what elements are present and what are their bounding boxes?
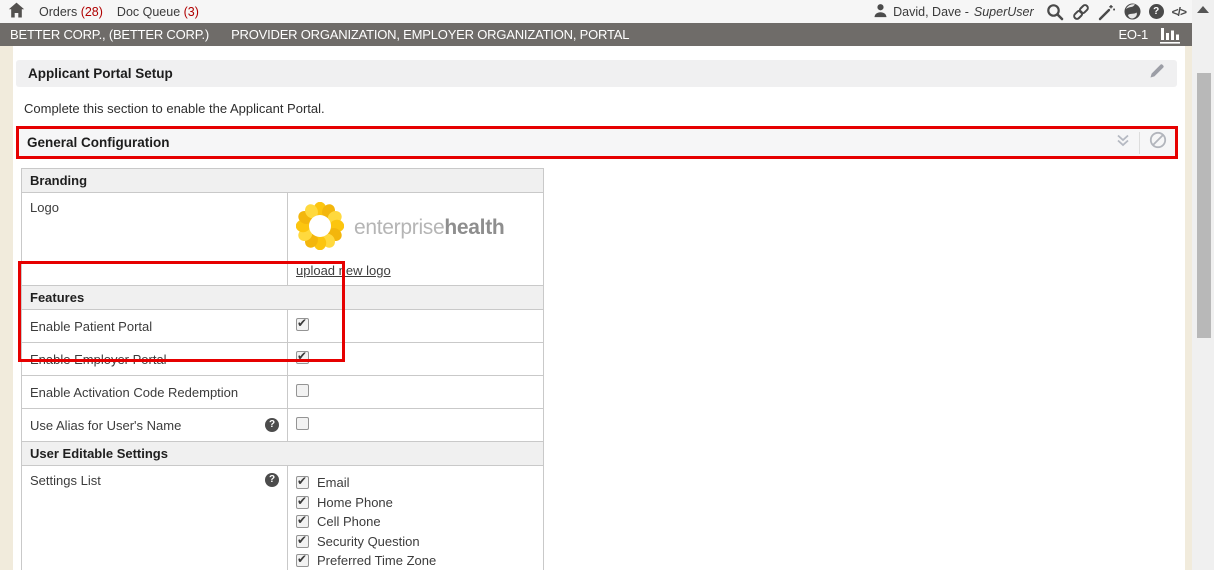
table-row: Enable Patient Portal bbox=[22, 310, 544, 343]
setting-label: Email bbox=[317, 475, 350, 490]
globe-icon[interactable] bbox=[1124, 3, 1141, 20]
help-question-icon[interactable] bbox=[265, 473, 279, 487]
bar-chart-icon[interactable] bbox=[1158, 25, 1182, 44]
table-row: Enable Activation Code Redemption bbox=[22, 376, 544, 409]
enterprise-health-logo-icon bbox=[296, 202, 344, 253]
org-badge: EO-1 bbox=[1118, 27, 1148, 42]
row-label: Use Alias for User's Name bbox=[30, 418, 181, 433]
security-question-checkbox[interactable] bbox=[296, 535, 309, 548]
enable-employer-portal-checkbox[interactable] bbox=[296, 351, 309, 364]
email-checkbox[interactable] bbox=[296, 476, 309, 489]
features-header: Features bbox=[22, 286, 544, 310]
preferred-time-zone-checkbox[interactable] bbox=[296, 554, 309, 567]
wand-icon[interactable] bbox=[1098, 3, 1116, 21]
enable-activation-code-checkbox[interactable] bbox=[296, 384, 309, 397]
row-label: Enable Employer Portal bbox=[22, 343, 288, 376]
nav-orders-count: (28) bbox=[81, 5, 103, 19]
section-description: Complete this section to enable the Appl… bbox=[24, 101, 325, 116]
setting-label: Cell Phone bbox=[317, 514, 381, 529]
help-question-icon[interactable] bbox=[265, 418, 279, 432]
nav-doc-queue-label: Doc Queue bbox=[117, 5, 180, 19]
page-header: Applicant Portal Setup bbox=[16, 60, 1177, 87]
setting-item: Cell Phone bbox=[296, 512, 535, 532]
setting-item: Security Question bbox=[296, 532, 535, 552]
nav-orders-label: Orders bbox=[39, 5, 77, 19]
home-icon[interactable] bbox=[8, 2, 25, 21]
scroll-up-arrow-icon[interactable] bbox=[1197, 6, 1209, 13]
user-role: SuperUser bbox=[974, 5, 1034, 19]
setting-item: Email bbox=[296, 473, 535, 493]
setting-label: Preferred Time Zone bbox=[317, 553, 436, 568]
user-icon bbox=[873, 3, 888, 21]
main-content: Applicant Portal Setup Complete this sec… bbox=[13, 46, 1185, 570]
user-editable-settings-header: User Editable Settings bbox=[22, 442, 544, 466]
home-phone-checkbox[interactable] bbox=[296, 496, 309, 509]
table-row: Use Alias for User's Name bbox=[22, 409, 544, 442]
org-context: PROVIDER ORGANIZATION, EMPLOYER ORGANIZA… bbox=[231, 27, 629, 42]
brand-wordmark: enterprisehealth bbox=[354, 216, 504, 240]
logo-row: Logo enterprisehealth upload new logo bbox=[22, 193, 544, 286]
nav-doc-queue-count: (3) bbox=[184, 5, 199, 19]
setting-label: Home Phone bbox=[317, 495, 393, 510]
row-label: Enable Patient Portal bbox=[22, 310, 288, 343]
search-icon[interactable] bbox=[1046, 3, 1064, 21]
logo-label: Logo bbox=[22, 193, 288, 286]
cell-phone-checkbox[interactable] bbox=[296, 515, 309, 528]
branding-header: Branding bbox=[22, 169, 544, 193]
user-menu[interactable]: David, Dave - SuperUser bbox=[873, 3, 1033, 21]
settings-list-label: Settings List bbox=[30, 473, 101, 488]
table-row: Enable Employer Portal bbox=[22, 343, 544, 376]
vertical-scrollbar[interactable] bbox=[1192, 0, 1214, 570]
settings-list-row: Settings List Email Home Phone Cell Phon… bbox=[22, 466, 544, 570]
portal-config-table: Branding Logo enterprisehealth upl bbox=[21, 168, 544, 570]
setting-label: Security Question bbox=[317, 534, 420, 549]
link-icon[interactable] bbox=[1072, 3, 1090, 21]
setting-item: Home Phone bbox=[296, 493, 535, 513]
nav-doc-queue[interactable]: Doc Queue (3) bbox=[117, 5, 199, 19]
org-entity[interactable]: BETTER CORP., (BETTER CORP.) bbox=[10, 27, 209, 42]
user-name: David, Dave - bbox=[893, 5, 969, 19]
row-label: Enable Activation Code Redemption bbox=[22, 376, 288, 409]
setting-item: Preferred Time Zone bbox=[296, 551, 535, 570]
collapse-double-chevron-icon[interactable] bbox=[1116, 133, 1130, 152]
edit-pencil-icon[interactable] bbox=[1149, 63, 1165, 84]
help-icon[interactable]: ? bbox=[1149, 4, 1164, 19]
disable-slash-circle-icon[interactable] bbox=[1149, 131, 1167, 154]
general-configuration-section: General Configuration bbox=[16, 126, 1178, 159]
enable-patient-portal-checkbox[interactable] bbox=[296, 318, 309, 331]
top-nav: Orders (28) Doc Queue (3) bbox=[39, 5, 199, 19]
page-title: Applicant Portal Setup bbox=[28, 66, 173, 81]
top-bar: Orders (28) Doc Queue (3) David, Dave - … bbox=[0, 0, 1192, 23]
scrollbar-thumb[interactable] bbox=[1197, 73, 1211, 338]
upload-new-logo-link[interactable]: upload new logo bbox=[296, 263, 391, 278]
nav-orders[interactable]: Orders (28) bbox=[39, 5, 103, 19]
use-alias-checkbox[interactable] bbox=[296, 417, 309, 430]
code-icon[interactable]: </> bbox=[1172, 5, 1186, 19]
general-configuration-title: General Configuration bbox=[27, 135, 170, 150]
org-bar: BETTER CORP., (BETTER CORP.) PROVIDER OR… bbox=[0, 23, 1192, 46]
